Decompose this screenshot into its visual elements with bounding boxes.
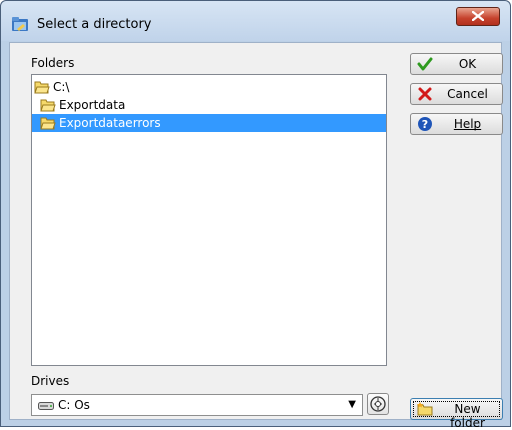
tree-item-exportdataerrors[interactable]: Exportdataerrors [32,114,386,132]
open-folder-icon [40,116,56,130]
open-folder-icon [34,80,50,94]
ok-button[interactable]: OK [410,53,503,75]
folders-label: Folders [31,56,75,70]
folders-tree[interactable]: C:\ Exportdata Exportdataerrors [31,74,387,366]
tree-item-label: Exportdataerrors [59,116,161,130]
dialog-client-area: Folders C:\ Exportdata Exportdataerrors … [9,42,503,430]
new-folder-label: New folder [450,402,485,430]
svg-text:?: ? [422,118,428,131]
tree-item-label: Exportdata [59,98,126,112]
title-bar: Select a directory [1,1,510,41]
ok-label: OK [458,57,477,71]
window-title: Select a directory [37,17,152,32]
hard-drive-icon [38,400,54,414]
select-directory-dialog: Select a directory Folders C:\ Exportdat… [0,0,511,430]
cancel-label: Cancel [447,87,488,101]
close-button[interactable] [456,7,500,26]
open-folder-icon [40,98,56,112]
cancel-button[interactable]: Cancel [410,83,503,105]
tree-item-exportdata[interactable]: Exportdata [40,96,125,114]
drive-dropdown[interactable]: C: Os ▼ [31,394,363,416]
new-folder-button[interactable]: New folder [410,398,503,430]
checkmark-icon [417,56,433,72]
selected-drive: C: Os [58,398,90,412]
help-label: Help [453,117,482,131]
help-button[interactable]: ? Help [410,113,503,135]
close-icon [471,10,485,24]
tree-item-label: C:\ [53,80,70,94]
network-drive-button[interactable] [367,393,389,415]
new-folder-icon [417,401,433,417]
x-mark-icon [417,86,433,102]
folder-app-icon [11,15,29,33]
dropdown-arrow-icon: ▼ [348,399,356,410]
network-icon [370,396,386,412]
help-icon: ? [417,116,433,132]
drives-label: Drives [31,374,70,388]
tree-item-c-root[interactable]: C:\ [34,78,69,96]
